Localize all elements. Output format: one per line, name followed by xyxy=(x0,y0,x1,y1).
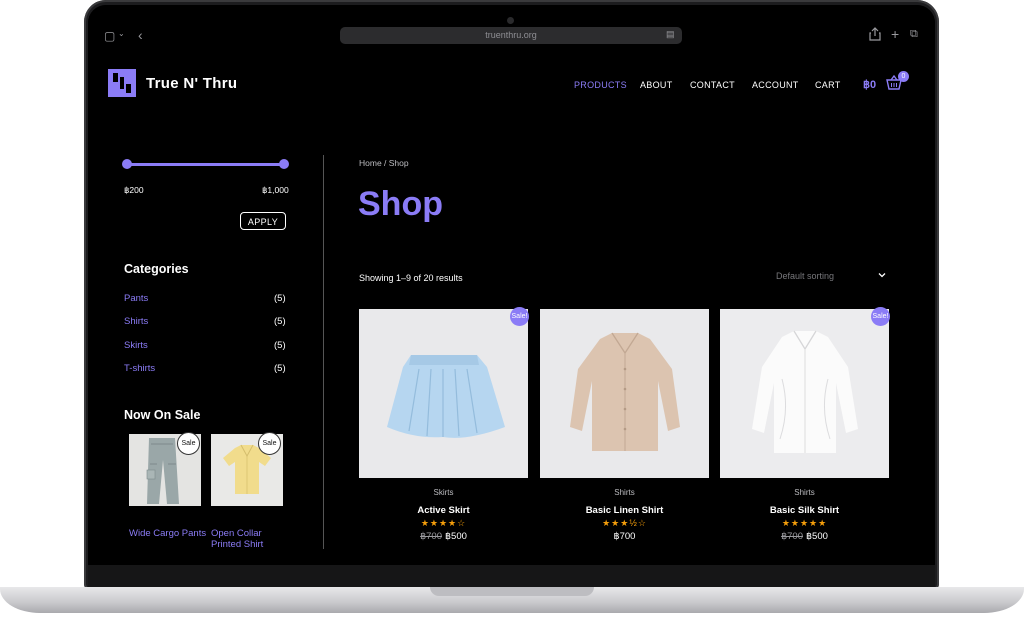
sale-badge: Sale! xyxy=(510,307,529,326)
category-link-pants[interactable]: Pants xyxy=(124,293,148,304)
sale-badge: Sale xyxy=(258,432,281,455)
new-tab-icon[interactable]: + xyxy=(891,26,899,42)
sale-badge: Sale xyxy=(177,432,200,455)
page-title: Shop xyxy=(358,185,443,223)
category-link-skirts[interactable]: Skirts xyxy=(124,340,148,351)
silk-shirt-illustration xyxy=(720,309,889,478)
product-price: ฿700 ฿500 xyxy=(359,531,528,542)
apply-button[interactable]: APPLY xyxy=(240,212,286,230)
product-rating-stars: ★★★★☆ xyxy=(420,518,467,528)
tab-overview-icon[interactable]: ⧉ xyxy=(910,28,918,41)
product-rating-stars: ★★★★★ xyxy=(781,518,828,528)
chevron-down-icon[interactable] xyxy=(877,270,887,280)
nav-cart[interactable]: CART xyxy=(815,80,841,90)
categories-heading: Categories xyxy=(124,262,189,276)
product-name[interactable]: Basic Linen Shirt xyxy=(540,505,709,516)
nav-about[interactable]: ABOUT xyxy=(640,80,673,90)
category-count: (5) xyxy=(274,316,286,327)
category-count: (5) xyxy=(274,363,286,374)
product-category[interactable]: Shirts xyxy=(720,488,889,497)
cart-total[interactable]: ฿0 xyxy=(863,78,876,91)
category-count: (5) xyxy=(274,340,286,351)
category-link-shirts[interactable]: Shirts xyxy=(124,316,148,327)
chevron-down-icon[interactable]: ⌄ xyxy=(118,29,125,38)
back-icon[interactable]: ‹ xyxy=(138,27,143,43)
sale-badge: Sale! xyxy=(871,307,890,326)
reader-icon[interactable]: ▤ xyxy=(666,29,675,40)
camera-dot xyxy=(507,17,514,24)
product-regular-price: ฿700 xyxy=(613,531,636,542)
cart-count-badge: 0 xyxy=(898,71,909,82)
sale-product-link-cargo-pants[interactable]: Wide Cargo Pants xyxy=(129,528,209,539)
skirt-illustration xyxy=(359,309,528,478)
product-sale-price: ฿500 xyxy=(806,531,828,542)
laptop-base-notch xyxy=(430,587,594,596)
category-link-t-shirts[interactable]: T-shirts xyxy=(124,363,155,374)
breadcrumb[interactable]: Home / Shop xyxy=(359,158,409,168)
sale-product-link-printed-shirt[interactable]: Open Collar Printed Shirt xyxy=(211,528,291,550)
price-slider-max-handle[interactable] xyxy=(279,159,289,169)
laptop-screen: ▢ ⌄ ‹ truenthru.org ▤ + ⧉ True N' Thru P… xyxy=(88,5,935,565)
product-name[interactable]: Basic Silk Shirt xyxy=(720,505,889,516)
sidebar-toggle-icon[interactable]: ▢ xyxy=(104,29,115,43)
browser-toolbar: ▢ ⌄ ‹ truenthru.org ▤ + ⧉ xyxy=(88,5,935,55)
price-min-label: ฿200 xyxy=(124,185,144,195)
price-slider-track[interactable] xyxy=(126,163,286,166)
linen-shirt-illustration xyxy=(540,309,709,478)
product-sale-price: ฿500 xyxy=(445,531,467,542)
category-count: (5) xyxy=(274,293,286,304)
nav-products[interactable]: PRODUCTS xyxy=(574,80,627,90)
sidebar-divider xyxy=(323,155,324,549)
product-price: ฿700 ฿500 xyxy=(720,531,889,542)
sort-select[interactable]: Default sorting xyxy=(776,271,888,287)
product-image-active-skirt[interactable] xyxy=(359,309,528,478)
product-image-basic-linen-shirt[interactable] xyxy=(540,309,709,478)
brand-logo-icon[interactable] xyxy=(108,69,136,97)
nav-account[interactable]: ACCOUNT xyxy=(752,80,799,90)
product-price: ฿700 xyxy=(540,531,709,542)
product-rating-stars: ★★★½☆ xyxy=(602,518,647,528)
product-name[interactable]: Active Skirt xyxy=(359,505,528,516)
on-sale-heading: Now On Sale xyxy=(124,408,201,422)
share-icon[interactable] xyxy=(869,27,881,41)
nav-contact[interactable]: CONTACT xyxy=(690,80,735,90)
product-category[interactable]: Shirts xyxy=(540,488,709,497)
product-category[interactable]: Skirts xyxy=(359,488,528,497)
product-image-basic-silk-shirt[interactable] xyxy=(720,309,889,478)
laptop-bezel xyxy=(88,565,935,587)
results-count: Showing 1–9 of 20 results xyxy=(359,273,463,283)
price-max-label: ฿1,000 xyxy=(262,185,289,195)
address-bar-url: truenthru.org xyxy=(485,30,537,40)
price-slider-min-handle[interactable] xyxy=(122,159,132,169)
product-old-price: ฿700 xyxy=(781,531,803,542)
product-old-price: ฿700 xyxy=(420,531,442,542)
address-bar[interactable]: truenthru.org ▤ xyxy=(340,27,682,44)
site-title[interactable]: True N' Thru xyxy=(146,75,237,92)
